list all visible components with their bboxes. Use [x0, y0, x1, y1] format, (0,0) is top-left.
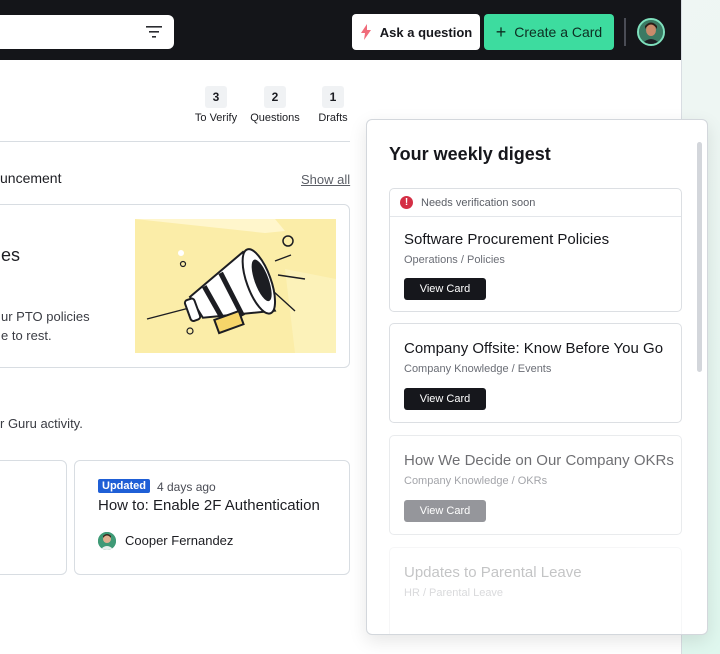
digest-title: Your weekly digest [389, 144, 551, 164]
digest-card-path: Operations / Policies [404, 254, 505, 266]
show-all-link[interactable]: Show all [301, 172, 350, 187]
digest-card-path: Company Knowledge / Events [404, 363, 552, 375]
ask-question-label: Ask a question [379, 24, 473, 40]
digest-card-path: HR / Parental Leave [404, 587, 504, 599]
view-card-button[interactable]: View Card [404, 388, 486, 410]
announcement-text: ur PTO policies [1, 309, 90, 324]
digest-card-title: Company Offsite: Know Before You Go [404, 340, 664, 357]
digest-card-title: Updates to Parental Leave [404, 564, 582, 581]
plus-icon: + [495, 22, 507, 42]
stat-questions[interactable]: 2 Questions [248, 86, 302, 124]
megaphone-icon [135, 219, 336, 353]
activity-card-title[interactable]: How to: Enable 2F Authentication [98, 497, 320, 514]
filter-icon[interactable] [146, 25, 162, 39]
stat-to-verify[interactable]: 3 To Verify [193, 86, 239, 124]
digest-card[interactable]: Updates to Parental Leave HR / Parental … [389, 547, 682, 634]
announcements-title: uncement [0, 170, 62, 186]
digest-card[interactable]: Company Offsite: Know Before You Go Comp… [389, 323, 682, 423]
updated-badge: Updated [98, 479, 150, 493]
view-card-button[interactable]: View Card [404, 500, 486, 522]
announcement-text: e to rest. [1, 328, 52, 343]
bolt-icon [360, 24, 371, 40]
create-card-label: Create a Card [514, 24, 603, 40]
create-card-button[interactable]: + Create a Card [484, 14, 614, 50]
digest-card-path: Company Knowledge / OKRs [404, 475, 548, 487]
timestamp: 4 days ago [157, 480, 216, 494]
toolbar-divider [624, 18, 626, 46]
author-name: Cooper Fernandez [125, 533, 234, 548]
view-card-button[interactable]: View Card [404, 278, 486, 300]
stat-label: Questions [250, 112, 300, 124]
top-bar: Ask a question + Create a Card [0, 0, 681, 60]
ask-question-button[interactable]: Ask a question [352, 14, 480, 50]
section-divider [0, 141, 350, 142]
announcement-card[interactable]: es ur PTO policies e to rest. [0, 204, 350, 368]
activity-card[interactable] [0, 460, 67, 575]
digest-card[interactable]: How We Decide on Our Company OKRs Compan… [389, 435, 682, 535]
search-input[interactable] [0, 15, 174, 49]
stat-count: 3 [205, 86, 227, 108]
user-avatar[interactable] [637, 18, 665, 46]
author-avatar [98, 532, 116, 550]
stat-count: 2 [264, 86, 286, 108]
digest-card[interactable]: ! Needs verification soon Software Procu… [389, 188, 682, 312]
megaphone-illustration [135, 219, 336, 353]
verification-alert: ! Needs verification soon [390, 189, 681, 217]
alert-text: Needs verification soon [421, 196, 536, 209]
activity-subtitle: r Guru activity. [0, 416, 83, 431]
weekly-digest-panel: Your weekly digest ! Needs verification … [366, 119, 708, 635]
stat-drafts[interactable]: 1 Drafts [316, 86, 350, 124]
scrollbar[interactable] [697, 142, 702, 372]
stat-count: 1 [322, 86, 344, 108]
activity-card[interactable]: Updated 4 days ago How to: Enable 2F Aut… [74, 460, 350, 575]
stat-label: To Verify [194, 112, 238, 124]
stat-label: Drafts [318, 112, 348, 124]
digest-card-title: How We Decide on Our Company OKRs [404, 452, 674, 469]
alert-icon: ! [400, 196, 413, 209]
announcement-title: es [1, 245, 21, 265]
digest-card-title: Software Procurement Policies [404, 231, 610, 248]
